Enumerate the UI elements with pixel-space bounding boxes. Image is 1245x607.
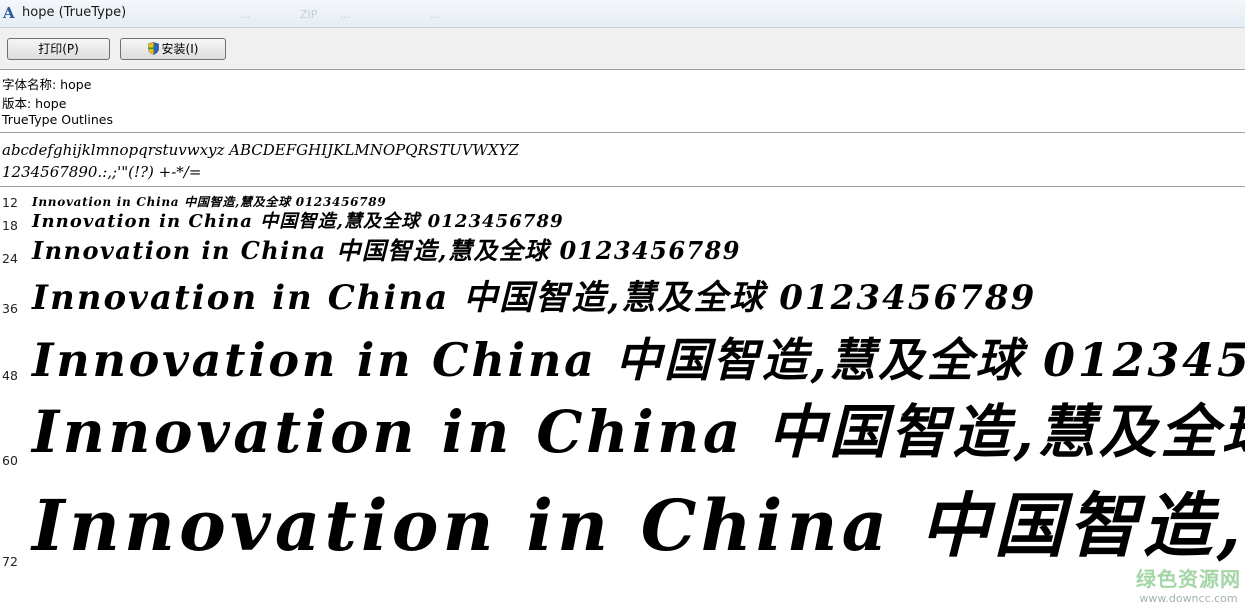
background-text: ZIP bbox=[300, 8, 318, 21]
font-version-line: 版本: hope bbox=[2, 96, 67, 111]
sample-text: Innovation in China 中国智造,慧及全球 0123456789 bbox=[32, 278, 1037, 318]
background-text: ... bbox=[430, 8, 441, 21]
install-button[interactable]: 安装(I) bbox=[120, 38, 226, 60]
character-set-panel: abcdefghijklmnopqrstuvwxyz ABCDEFGHIJKLM… bbox=[0, 133, 1245, 187]
font-type-line: TrueType Outlines bbox=[2, 112, 113, 127]
site-watermark: 绿色资源网 www.downcc.com bbox=[1136, 563, 1241, 605]
sample-text: Innovation in China 中国智造,慧及全球 0123456789 bbox=[32, 236, 741, 265]
size-samples-panel: 12 Innovation in China 中国智造,慧及全球 0123456… bbox=[0, 187, 1245, 607]
sample-size-label: 36 bbox=[2, 301, 18, 316]
charset-letters: abcdefghijklmnopqrstuvwxyz ABCDEFGHIJKLM… bbox=[2, 141, 519, 159]
sample-size-label: 48 bbox=[2, 368, 18, 383]
font-name-line: 字体名称: hope bbox=[2, 77, 92, 92]
sample-size-label: 72 bbox=[2, 554, 18, 569]
toolbar: 打印(P) 安装(I) bbox=[0, 28, 1245, 70]
sample-size-label: 12 bbox=[2, 195, 18, 210]
install-button-label: 安装(I) bbox=[161, 42, 199, 56]
title-bar: A hope (TrueType) ... ZIP ... ... bbox=[0, 0, 1245, 28]
sample-text: Innovation in China 中国智造,慧及全球 0123456789 bbox=[32, 398, 1245, 466]
sample-size-label: 60 bbox=[2, 453, 18, 468]
charset-symbols: 1234567890.:,;'"(!?) +-*/= bbox=[2, 163, 202, 181]
background-text: ... bbox=[240, 8, 251, 21]
background-text: ... bbox=[340, 8, 351, 21]
sample-size-label: 18 bbox=[2, 218, 18, 233]
uac-shield-icon bbox=[147, 42, 159, 55]
sample-text: Innovation in China 中国智造,慧及全球 0123456789 bbox=[32, 484, 1245, 567]
sample-size-label: 24 bbox=[2, 251, 18, 266]
print-button[interactable]: 打印(P) bbox=[7, 38, 110, 60]
sample-text: Innovation in China 中国智造,慧及全球 0123456789 bbox=[32, 195, 387, 209]
watermark-url: www.downcc.com bbox=[1139, 592, 1238, 605]
font-info-panel: 字体名称: hope 版本: hope TrueType Outlines bbox=[0, 70, 1245, 133]
font-viewer-icon: A bbox=[3, 4, 15, 22]
sample-text: Innovation in China 中国智造,慧及全球 0123456789 bbox=[32, 211, 564, 232]
sample-text: Innovation in China 中国智造,慧及全球 0123456789 bbox=[32, 333, 1245, 387]
watermark-title: 绿色资源网 bbox=[1136, 567, 1241, 591]
window-title: hope (TrueType) bbox=[22, 5, 127, 20]
